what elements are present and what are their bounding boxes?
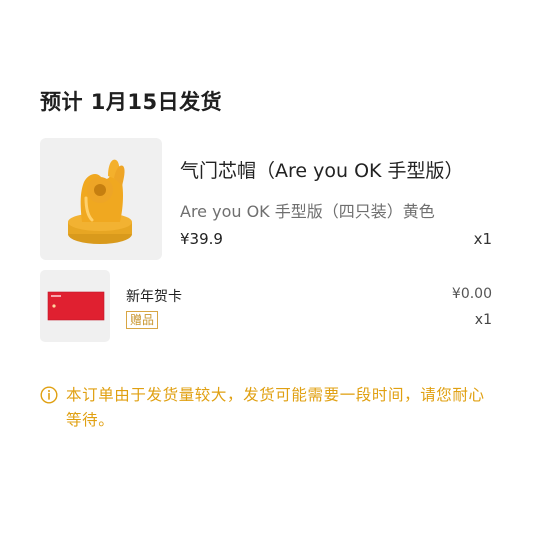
red-greeting-card-icon: [47, 291, 105, 321]
product-image[interactable]: [40, 138, 162, 260]
gift-price: ¥0.00: [451, 286, 492, 302]
gift-quantity: x1: [474, 312, 492, 328]
shipping-date-title: 预计 1月15日发货: [40, 90, 223, 114]
product-variant: Are you OK 手型版（四只装）黄色: [180, 202, 435, 221]
product-name[interactable]: 气门芯帽（Are you OK 手型版）: [180, 156, 464, 183]
info-icon: [40, 386, 58, 404]
gift-image[interactable]: [40, 270, 110, 342]
product-quantity: x1: [473, 230, 492, 248]
product-item[interactable]: 气门芯帽（Are you OK 手型版） Are you OK 手型版（四只装）…: [40, 138, 492, 264]
notice-text: 本订单由于发货量较大，发货可能需要一段时间，请您耐心等待。: [66, 386, 485, 429]
gift-item[interactable]: 新年贺卡 赠品 ¥0.00 x1: [40, 270, 492, 344]
product-price: ¥39.9: [180, 230, 223, 248]
shipping-notice: 本订单由于发货量较大，发货可能需要一段时间，请您耐心等待。: [40, 383, 500, 433]
hand-ok-figurine-icon: [68, 159, 132, 244]
gift-badge: 赠品: [126, 311, 159, 329]
gift-name: 新年贺卡: [126, 289, 182, 305]
